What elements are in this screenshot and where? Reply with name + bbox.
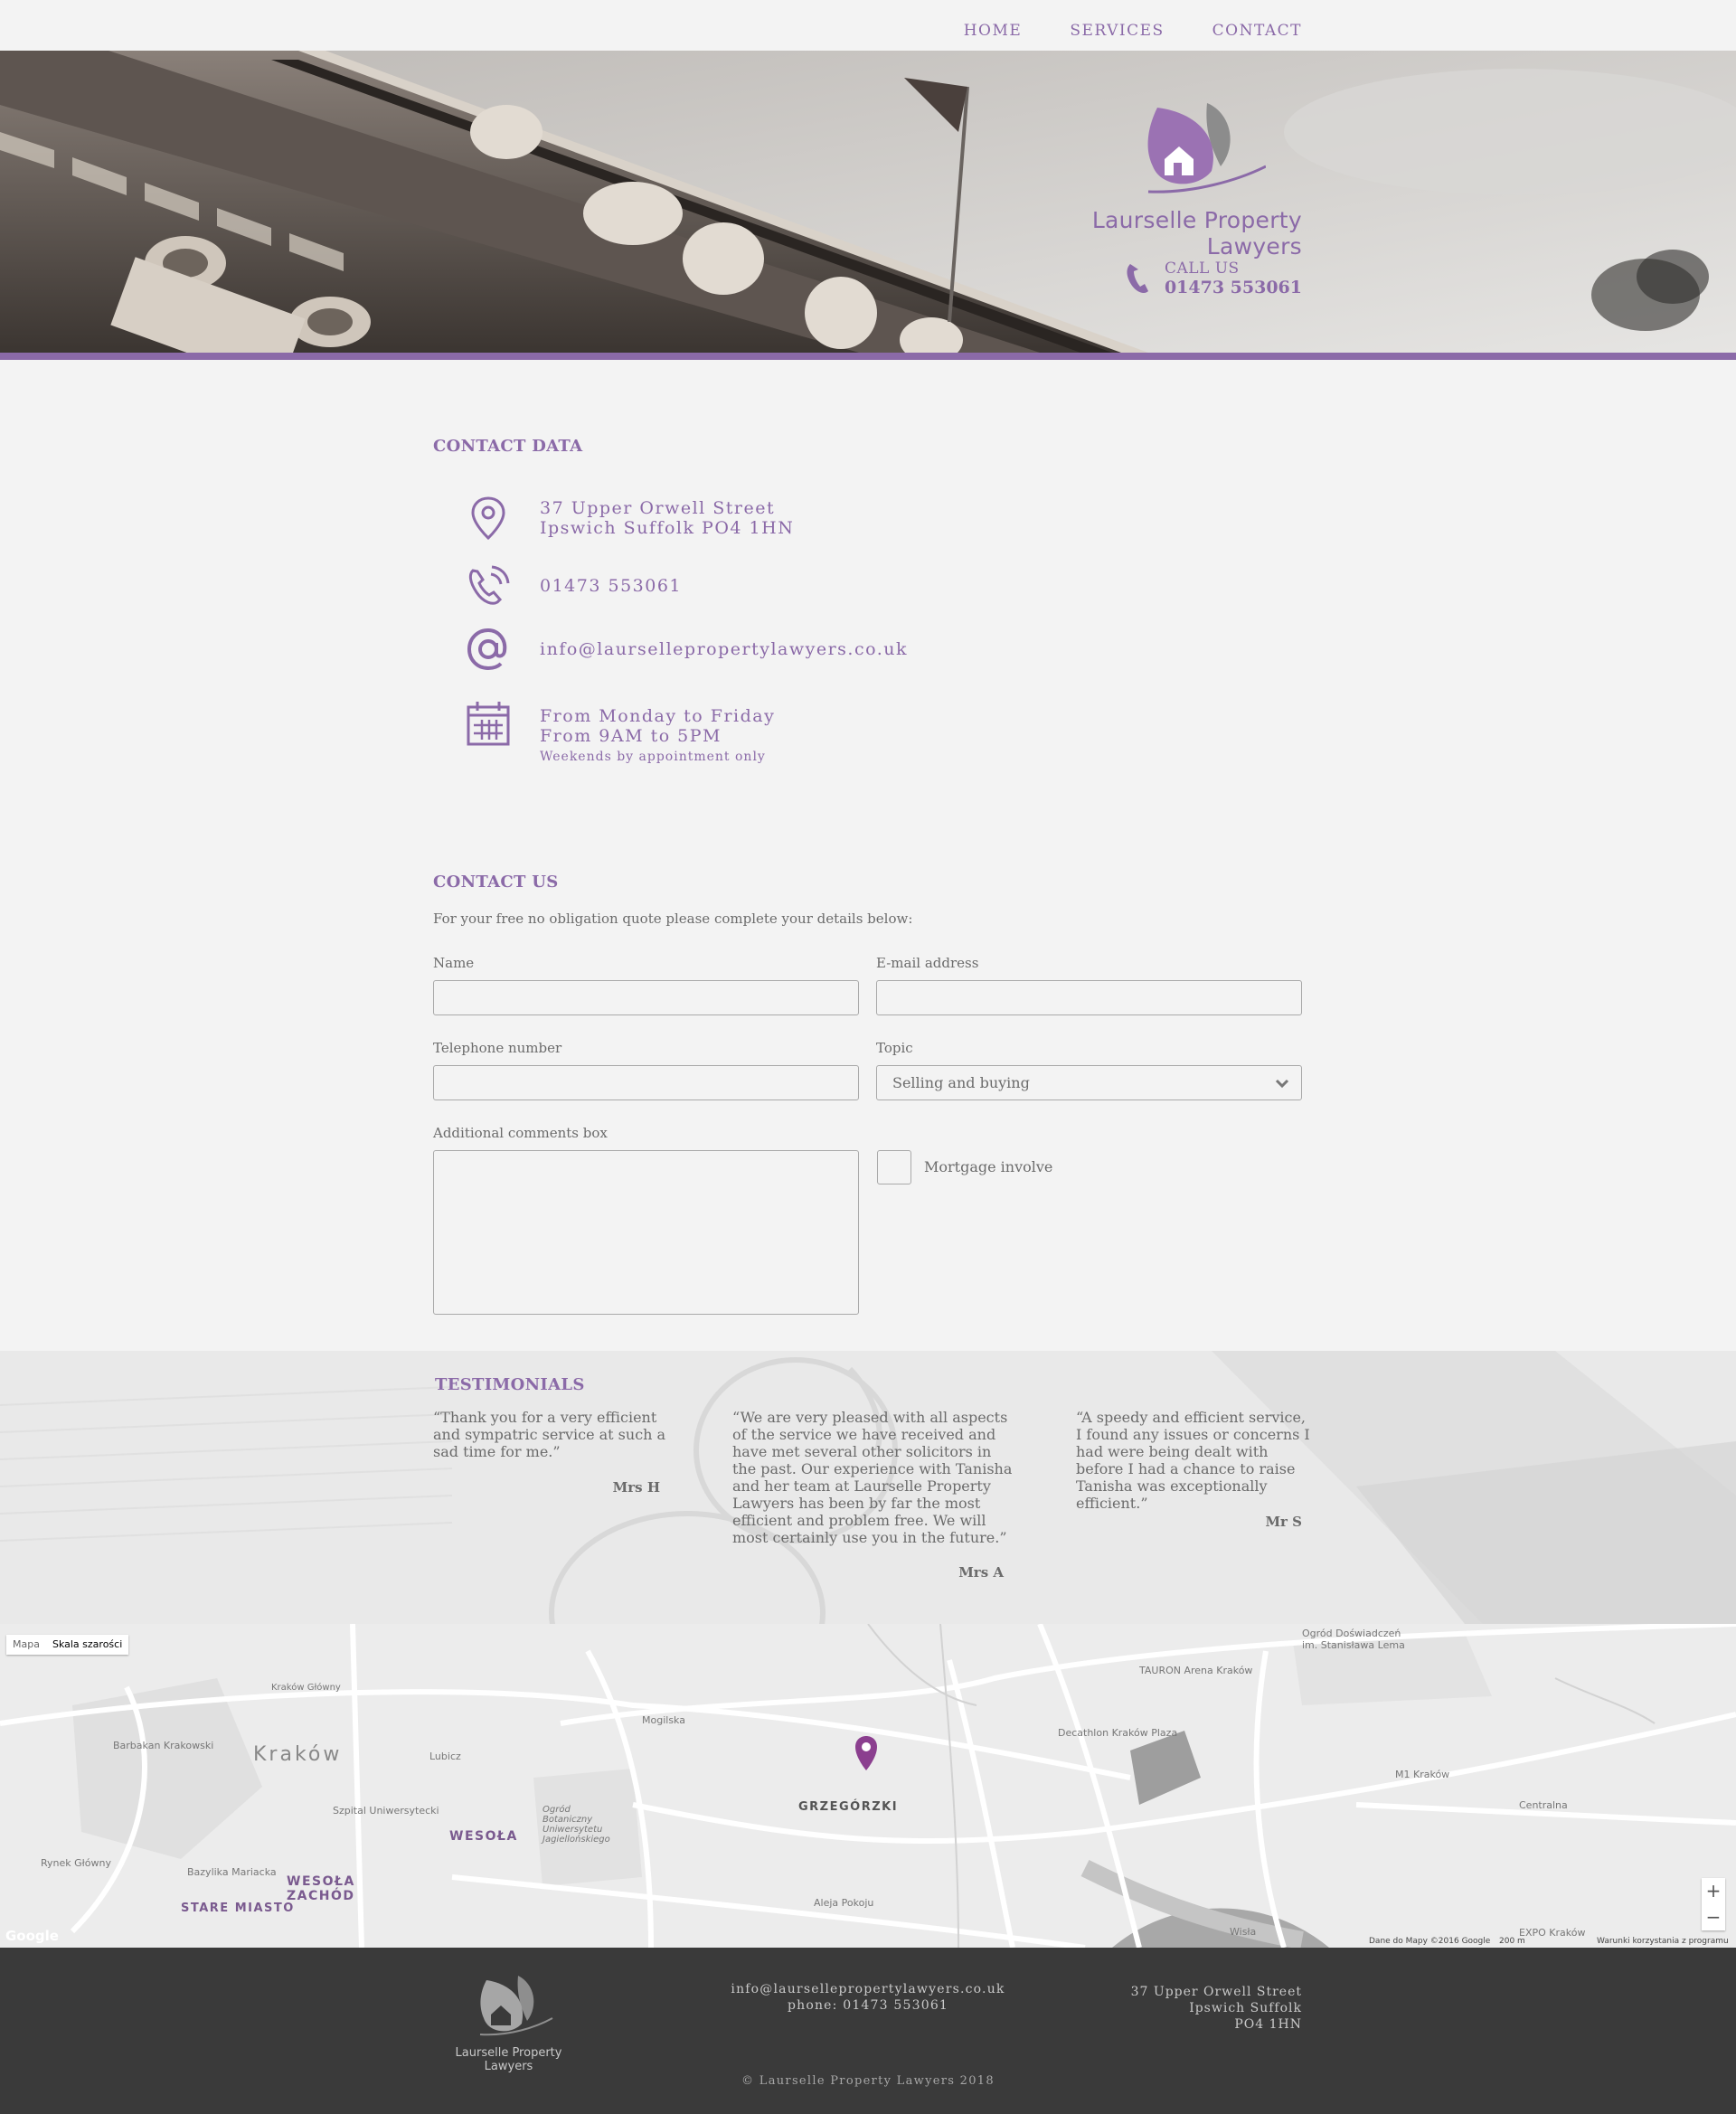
map-label-szpital: Szpital Uniwersytecki: [333, 1805, 439, 1817]
nav-contact[interactable]: CONTACT: [1212, 22, 1302, 40]
name-field[interactable]: [433, 980, 859, 1015]
map-zoom-controls: + −: [1702, 1878, 1725, 1930]
map-label-barbakan: Barbakan Krakowski: [113, 1740, 214, 1751]
footer-email[interactable]: info@laursellepropertylawyers.co.uk: [0, 1981, 1736, 1997]
contact-data-section: CONTACT DATA 37 Upper Orwell Street Ipsw…: [433, 437, 1303, 764]
map-scale: 200 m: [1499, 1937, 1525, 1946]
map-label-botaniczny: Ogród Botaniczny Uniwersytetu Jagiellońs…: [542, 1805, 610, 1845]
testimonial-author-1: Mrs H: [612, 1479, 660, 1496]
topic-label: Topic: [876, 1040, 913, 1056]
hours-note: Weekends by appointment only: [540, 750, 766, 764]
zoom-out-button[interactable]: −: [1702, 1904, 1725, 1930]
map-label-expo: EXPO Kraków: [1519, 1927, 1586, 1939]
map-label-centralna: Centralna: [1519, 1799, 1568, 1811]
at-sign-icon: [467, 628, 507, 671]
topic-selected-value: Selling and buying: [892, 1074, 1030, 1091]
map-label-wisla: Wisła: [1230, 1926, 1257, 1938]
mortgage-label: Mortgage involve: [924, 1158, 1053, 1175]
map-label-rynek: Rynek Główny: [41, 1857, 112, 1869]
hero-banner: Laurselle Property Lawyers CALL US 01473…: [0, 51, 1736, 353]
map-label-bazylika: Bazylika Mariacka: [187, 1866, 277, 1878]
location-map[interactable]: Mapa Skala szarości Kraków GRZEGÓRZKI WE…: [0, 1624, 1736, 1948]
testimonial-author-3: Mr S: [1265, 1514, 1302, 1530]
telephone-label: Telephone number: [433, 1040, 562, 1056]
calendar-icon: [467, 702, 510, 746]
map-terms-link[interactable]: Warunki korzystania z programu: [1597, 1937, 1729, 1946]
address-line-1: 37 Upper Orwell Street: [540, 498, 776, 518]
map-label-krakow-glowny: Kraków Główny: [271, 1683, 341, 1693]
name-label: Name: [433, 955, 475, 971]
telephone-field[interactable]: [433, 1065, 859, 1100]
contact-us-section: CONTACT US For your free no obligation q…: [433, 873, 1303, 1315]
email-label: E-mail address: [876, 955, 979, 971]
map-label-m1: M1 Kraków: [1395, 1769, 1450, 1780]
footer-contact: info@laursellepropertylawyers.co.uk phon…: [0, 1981, 1736, 2014]
map-district-wesola-zachod: WESOŁA ZACHÓD: [287, 1874, 355, 1903]
hours-line-2: From 9AM to 5PM: [540, 726, 722, 746]
testimonial-quote-2: “We are very pleased with all aspects of…: [732, 1409, 1013, 1546]
testimonials-section: TESTIMONIALS “Thank you for a very effic…: [0, 1351, 1736, 1624]
site-footer: Laurselle Property Lawyers info@laursell…: [0, 1948, 1736, 2114]
building-illustration: [0, 51, 1736, 353]
zoom-in-button[interactable]: +: [1702, 1878, 1725, 1904]
map-label-aleja-pokoju: Aleja Pokoju: [814, 1897, 874, 1909]
top-navigation: HOME SERVICES CONTACT: [0, 0, 1736, 51]
email-field[interactable]: [876, 980, 1302, 1015]
map-district-wesola: WESOŁA: [449, 1829, 518, 1844]
map-district-stare-miasto: STARE MIASTO: [181, 1902, 295, 1915]
mortgage-checkbox[interactable]: [877, 1150, 911, 1184]
call-us-label: CALL US: [1164, 260, 1240, 278]
contact-us-heading: CONTACT US: [433, 873, 559, 892]
map-label-mogilska: Mogilska: [642, 1714, 685, 1726]
phone-row[interactable]: 01473 553061: [466, 563, 682, 609]
comments-label: Additional comments box: [433, 1125, 608, 1141]
map-label-tauron: TAURON Arena Kraków: [1139, 1665, 1253, 1676]
hero-accent-bar: [0, 353, 1736, 360]
brand-logo-icon: [1147, 103, 1266, 193]
map-district-grzegorzki: GRZEGÓRZKI: [798, 1800, 899, 1814]
footer-copyright: © Laurselle Property Lawyers 2018: [741, 2074, 995, 2088]
testimonial-quote-1: “Thank you for a very efficient and symp…: [433, 1409, 666, 1460]
comments-textarea[interactable]: [433, 1150, 859, 1315]
footer-brand-name: Laurselle Property Lawyers: [455, 2046, 562, 2073]
call-us-number: 01473 553061: [1164, 278, 1302, 297]
footer-phone: phone: 01473 553061: [787, 1998, 949, 2013]
map-label-ogrod: Ogród Doświadczeń im. Stanisława Lema: [1302, 1628, 1405, 1651]
contact-phone: 01473 553061: [540, 576, 683, 596]
hero-brand[interactable]: Laurselle Property Lawyers: [1031, 94, 1302, 260]
map-toggle-grayscale[interactable]: Skala szarości: [46, 1635, 128, 1655]
map-type-toggle[interactable]: Mapa Skala szarości: [6, 1635, 129, 1655]
testimonial-author-2: Mrs A: [958, 1564, 1004, 1581]
map-label-lubicz: Lubicz: [429, 1751, 461, 1762]
email-row[interactable]: info@laursellepropertylawyers.co.uk: [466, 627, 908, 672]
brand-name: Laurselle Property Lawyers: [1091, 207, 1302, 260]
nav-home[interactable]: HOME: [964, 22, 1023, 40]
map-toggle-map[interactable]: Mapa: [6, 1635, 46, 1655]
call-us[interactable]: CALL US 01473 553061: [1125, 260, 1302, 297]
testimonial-quote-3: “A speedy and efficient service, I found…: [1076, 1409, 1310, 1512]
topic-select[interactable]: Selling and buying: [876, 1065, 1302, 1100]
map-city-label: Kraków: [253, 1743, 343, 1766]
map-pin-icon: [471, 496, 505, 541]
address-row: 37 Upper Orwell Street Ipswich Suffolk P…: [466, 495, 794, 541]
contact-email: info@laursellepropertylawyers.co.uk: [540, 639, 908, 659]
phone-ringing-icon: [468, 565, 510, 605]
hours-line-1: From Monday to Friday: [540, 706, 776, 726]
google-logo: Google: [5, 1928, 59, 1944]
contact-us-intro: For your free no obligation quote please…: [433, 911, 913, 927]
address-line-2: Ipswich Suffolk PO4 1HN: [540, 518, 795, 538]
map-attribution: Dane do Mapy ©2016 Google: [1369, 1937, 1491, 1946]
map-label-decathlon: Decathlon Kraków Plaza: [1058, 1727, 1178, 1739]
nav-services[interactable]: SERVICES: [1070, 22, 1164, 40]
footer-address: 37 Upper Orwell Street Ipswich Suffolk P…: [1130, 1985, 1302, 2032]
testimonials-heading: TESTIMONIALS: [435, 1375, 585, 1394]
chevron-down-icon: [1275, 1079, 1289, 1089]
contact-data-heading: CONTACT DATA: [433, 437, 583, 456]
phone-icon: [1127, 264, 1148, 293]
hours-row: From Monday to Friday From 9AM to 5PM We…: [466, 702, 776, 768]
